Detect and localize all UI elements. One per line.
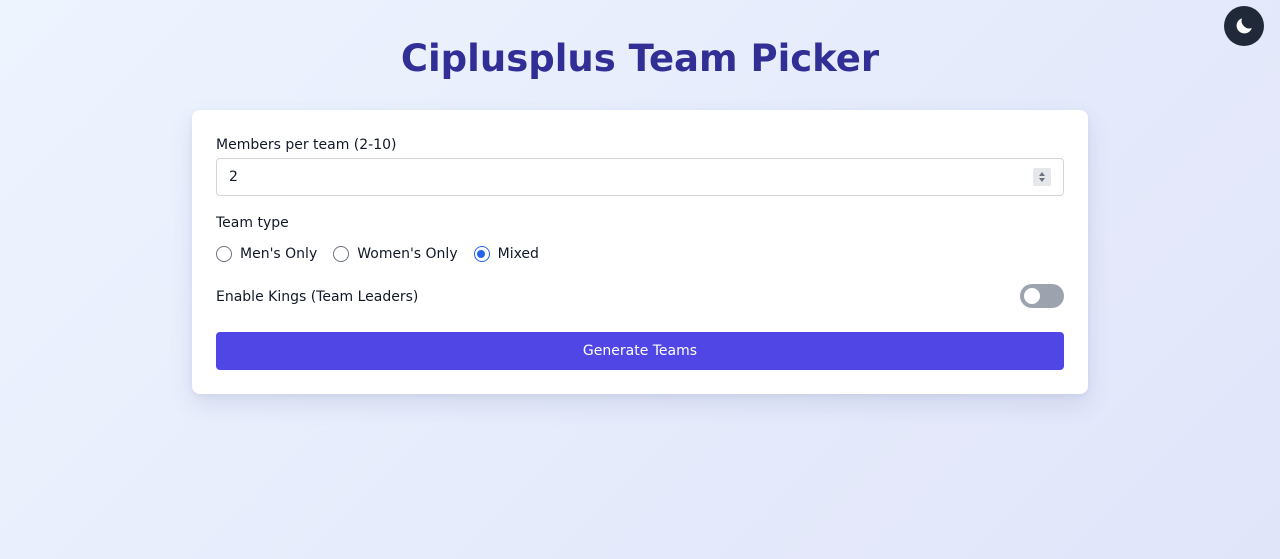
generate-teams-button[interactable]: Generate Teams [216, 332, 1064, 370]
enable-kings-label: Enable Kings (Team Leaders) [216, 289, 419, 305]
radio-label: Mixed [497, 246, 539, 262]
radio-button[interactable] [216, 246, 232, 262]
spin-down-icon[interactable] [1039, 178, 1045, 182]
radio-label: Men's Only [240, 246, 318, 262]
number-spinner[interactable] [1033, 168, 1051, 186]
members-per-team-value: 2 [229, 169, 238, 185]
radio-option-mens-only[interactable]: Men's Only [216, 246, 317, 262]
members-per-team-label: Members per team (2-10) [216, 137, 397, 153]
page-title: Ciplusplus Team Picker [400, 37, 880, 80]
radio-label: Women's Only [357, 246, 458, 262]
radio-option-womens-only[interactable]: Women's Only [333, 246, 458, 262]
team-type-label: Team type [216, 215, 289, 231]
radio-button-selected[interactable] [473, 246, 490, 262]
toggle-knob [1024, 288, 1040, 304]
radio-button[interactable] [333, 246, 350, 262]
spin-up-icon[interactable] [1039, 172, 1045, 176]
radio-option-mixed[interactable]: Mixed [473, 246, 539, 262]
team-type-radio-group: Men's Only Women's Only Mixed [216, 246, 555, 262]
moon-icon [1236, 18, 1252, 34]
members-per-team-input[interactable]: 2 [216, 158, 1064, 196]
team-settings-card: Members per team (2-10) 2 Team type Men'… [192, 110, 1088, 394]
enable-kings-toggle[interactable] [1020, 284, 1064, 308]
